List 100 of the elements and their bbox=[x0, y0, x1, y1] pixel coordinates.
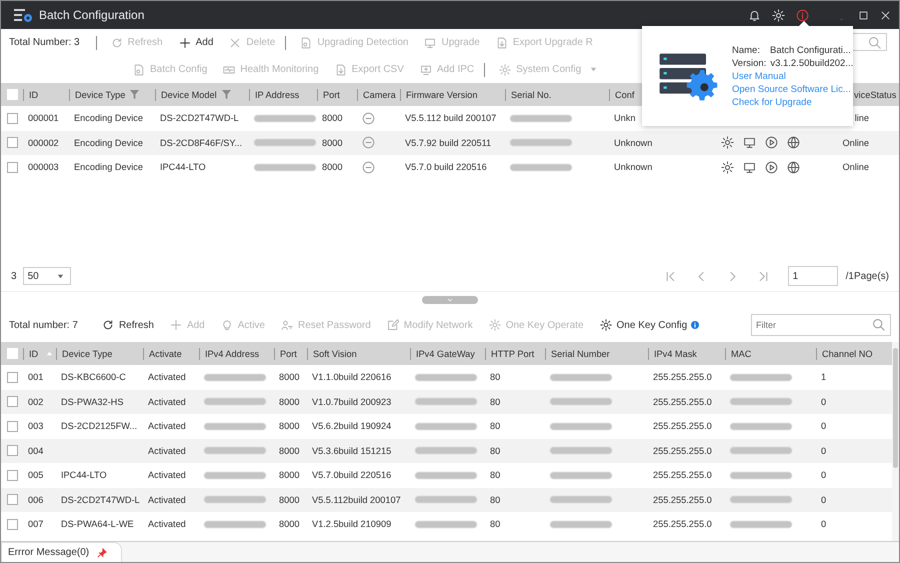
checkbox[interactable] bbox=[7, 137, 18, 148]
checkbox[interactable] bbox=[7, 470, 18, 481]
document-export-icon bbox=[496, 36, 508, 48]
redacted-mark bbox=[550, 472, 612, 479]
name-label: Name: bbox=[732, 44, 760, 56]
redacted-mark bbox=[550, 398, 612, 406]
column-header[interactable]: Activate bbox=[149, 348, 182, 358]
table-cell: 8000 bbox=[322, 162, 342, 172]
checkbox[interactable] bbox=[7, 518, 18, 530]
monitor-plus-icon bbox=[420, 64, 432, 76]
column-header[interactable]: Device Model bbox=[161, 90, 217, 100]
column-header[interactable]: Device Type bbox=[75, 90, 126, 100]
table-cell: 80 bbox=[490, 396, 500, 407]
checkbox[interactable] bbox=[7, 396, 18, 408]
maximize-icon bbox=[858, 10, 869, 20]
filter-icon[interactable] bbox=[130, 90, 140, 99]
table-cell: Activated bbox=[148, 421, 186, 432]
document-icon bbox=[133, 64, 145, 76]
column-header[interactable]: Conf bbox=[615, 90, 634, 100]
table-cell: DS-PWA64-L-WE bbox=[61, 519, 134, 530]
column-header[interactable]: IP Address bbox=[255, 90, 300, 100]
column-header[interactable]: Camera bbox=[363, 90, 396, 100]
table-cell: 000003 bbox=[28, 162, 59, 172]
table-cell: 006 bbox=[28, 494, 44, 505]
table-cell: Encoding Device bbox=[74, 138, 143, 148]
app-logo-icon bbox=[13, 7, 33, 23]
checkbox[interactable] bbox=[7, 445, 18, 456]
column-header[interactable]: Firmware Version bbox=[406, 90, 478, 100]
table-cell: Unkn bbox=[614, 113, 636, 124]
checkbox[interactable] bbox=[7, 372, 18, 383]
column-header[interactable]: IPv4 GateWay bbox=[416, 348, 475, 358]
redacted-mark bbox=[204, 398, 266, 406]
toolbar-button[interactable]: Add bbox=[170, 36, 222, 48]
table-cell: 8000 bbox=[279, 446, 300, 456]
info-icon[interactable] bbox=[691, 321, 700, 329]
checkbox[interactable] bbox=[7, 494, 18, 506]
page-field[interactable]: 1 bbox=[788, 266, 838, 286]
table-cell: V5.5.112build 200107 bbox=[312, 494, 401, 505]
scrollbar-thumb[interactable] bbox=[893, 348, 898, 468]
column-header[interactable]: ID bbox=[29, 348, 38, 358]
table-cell: 255.255.255.0 bbox=[653, 519, 712, 530]
edit-icon bbox=[386, 319, 399, 331]
table-cell: Activated bbox=[148, 372, 186, 382]
document-icon bbox=[300, 36, 312, 48]
checkbox[interactable] bbox=[7, 112, 18, 124]
table-cell: V5.3.6build 151215 bbox=[312, 446, 392, 456]
table-cell: Activated bbox=[148, 519, 186, 530]
table-cell: 8000 bbox=[279, 494, 300, 505]
column-header[interactable]: HTTP Port bbox=[491, 348, 534, 358]
column-header[interactable]: MAC bbox=[731, 348, 752, 358]
checkbox[interactable] bbox=[7, 162, 18, 173]
page-size-select[interactable]: 50 bbox=[22, 267, 71, 285]
filter-field[interactable]: Filter bbox=[751, 314, 891, 336]
redacted-mark bbox=[415, 520, 477, 528]
redacted-mark bbox=[204, 447, 266, 454]
table-cell: 8000 bbox=[322, 113, 342, 124]
redacted-mark bbox=[415, 447, 477, 454]
table-cell: IPC44-LTO bbox=[160, 162, 206, 172]
column-header[interactable]: viceStatus bbox=[854, 90, 896, 100]
column-header[interactable]: Port bbox=[323, 90, 340, 100]
column-header[interactable]: IPv4 Address bbox=[205, 348, 260, 358]
caret-icon bbox=[56, 272, 64, 280]
table-cell: 8000 bbox=[279, 519, 300, 530]
column-header[interactable]: Port bbox=[280, 348, 297, 358]
sort-icon[interactable] bbox=[46, 350, 54, 357]
filter-icon[interactable] bbox=[222, 90, 231, 99]
play-icon bbox=[765, 136, 778, 150]
toolbar-button[interactable]: One Key Config bbox=[592, 319, 696, 331]
toolbar-button[interactable]: Refresh bbox=[94, 319, 162, 331]
table-cell: 0 bbox=[821, 494, 826, 505]
column-header[interactable]: Device Type bbox=[62, 348, 112, 358]
redacted-mark bbox=[730, 447, 792, 454]
column-header[interactable]: Channel NO bbox=[822, 348, 873, 358]
refresh-icon bbox=[102, 319, 114, 331]
version-label: Version: bbox=[732, 58, 766, 68]
table-cell: DS-2CD2125FW... bbox=[61, 421, 138, 432]
collapse-handle[interactable] bbox=[422, 296, 478, 304]
redacted-mark bbox=[730, 472, 792, 479]
pin-icon[interactable] bbox=[97, 548, 108, 558]
error-message-tab[interactable]: Errror Message(0) bbox=[1, 542, 122, 562]
column-header[interactable]: Soft Vision bbox=[313, 348, 357, 358]
table-cell: DS-2CD2T47WD-L bbox=[160, 113, 239, 124]
checkbox[interactable] bbox=[7, 420, 18, 432]
table-cell: 007 bbox=[28, 519, 44, 530]
table-cell: 002 bbox=[28, 396, 44, 407]
redacted-mark bbox=[204, 520, 266, 528]
column-header[interactable]: ID bbox=[29, 90, 38, 100]
column-header[interactable]: Serial No. bbox=[511, 90, 552, 100]
table-cell: Online bbox=[842, 162, 869, 172]
app-name: Batch Configurati... bbox=[770, 44, 851, 56]
table-cell: 255.255.255.0 bbox=[653, 494, 712, 505]
document-export-icon bbox=[334, 64, 347, 76]
column-header[interactable]: IPv4 Mask bbox=[654, 348, 697, 358]
chevron-down-icon bbox=[446, 296, 454, 304]
bell-icon bbox=[748, 8, 761, 22]
column-header[interactable]: Serial Number bbox=[551, 348, 610, 358]
total-count: Total number: 7 bbox=[9, 320, 78, 330]
redacted-mark bbox=[254, 114, 316, 122]
table-cell: 005 bbox=[28, 470, 44, 480]
redacted-mark bbox=[730, 374, 792, 381]
